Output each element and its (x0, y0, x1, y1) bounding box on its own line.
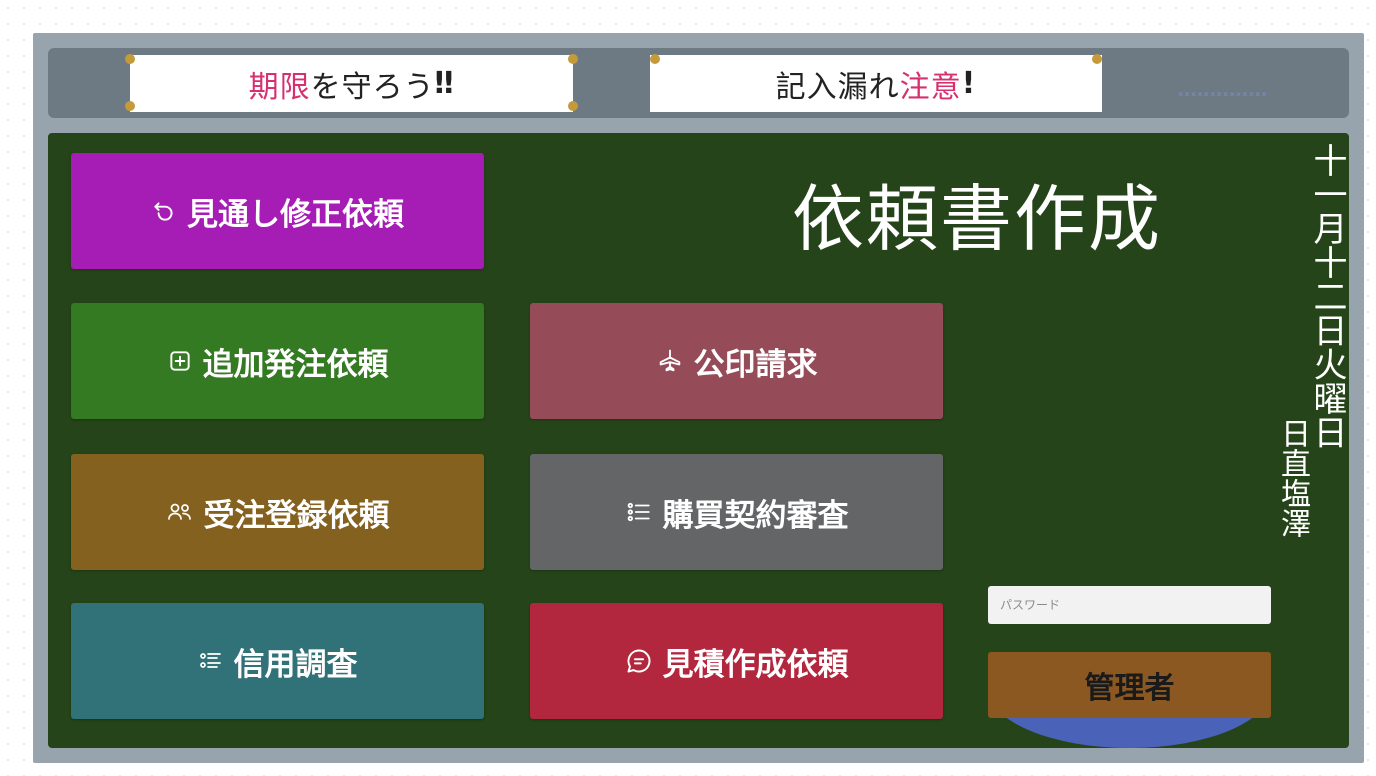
credit-check-button[interactable]: 信用調査 (71, 603, 484, 719)
order-registration-label: 受注登録依頼 (203, 497, 390, 534)
duty-person: 日直塩澤 (1275, 418, 1310, 538)
undo-icon (151, 198, 177, 224)
caution-note-lead: 記入漏れ (775, 69, 900, 105)
caution-note-accent: 注意 (899, 69, 962, 105)
mitoshi-request-label: 見通し修正依頼 (187, 196, 404, 233)
pin-icon (568, 54, 578, 64)
users-icon (166, 499, 194, 525)
add-square-icon (167, 348, 193, 374)
chat-icon (625, 647, 653, 675)
deadline-note-bang: ‼ (434, 66, 455, 101)
caution-note: 記入漏れ 注意! (650, 55, 1102, 112)
additional-order-label: 追加発注依頼 (202, 346, 389, 383)
pin-icon (125, 101, 135, 111)
mitoshi-request-button[interactable]: 見通し修正依頼 (71, 153, 484, 269)
date-display: 十一月十二日火曜日 (1307, 143, 1347, 449)
list-icon (625, 499, 653, 525)
deadline-note-text: を守ろう (310, 69, 435, 105)
purchase-contract-review-button[interactable]: 購買契約審査 (530, 454, 943, 570)
pin-icon (650, 54, 660, 64)
order-registration-button[interactable]: 受注登録依頼 (71, 454, 484, 570)
airplane-icon (656, 347, 684, 375)
password-input[interactable] (988, 586, 1271, 624)
pin-icon (125, 54, 135, 64)
page-background: 期限 を守ろう ‼ 記入漏れ 注意! ×××××××××××××× 見通し修正依頼 追… (0, 0, 1376, 776)
estimate-request-button[interactable]: 見積作成依頼 (530, 603, 943, 719)
admin-button-label: 管理者 (1084, 671, 1175, 706)
additional-order-button[interactable]: 追加発注依頼 (71, 303, 484, 419)
caution-note-bang: ! (961, 66, 977, 101)
official-seal-button[interactable]: 公印請求 (530, 303, 943, 419)
credit-check-label: 信用調査 (233, 646, 358, 683)
admin-button[interactable]: 管理者 (988, 652, 1271, 718)
decorative-marks: ×××××××××××××× (1178, 90, 1268, 100)
pin-icon (568, 101, 578, 111)
estimate-request-label: 見積作成依頼 (662, 646, 849, 683)
page-title: 依頼書作成 (792, 177, 1163, 261)
deadline-note: 期限 を守ろう ‼ (130, 55, 573, 112)
official-seal-label: 公印請求 (693, 346, 818, 383)
purchase-contract-review-label: 購買契約審査 (662, 497, 849, 534)
pin-icon (1092, 54, 1102, 64)
deadline-note-accent: 期限 (248, 69, 311, 105)
list-filter-icon (198, 649, 224, 673)
